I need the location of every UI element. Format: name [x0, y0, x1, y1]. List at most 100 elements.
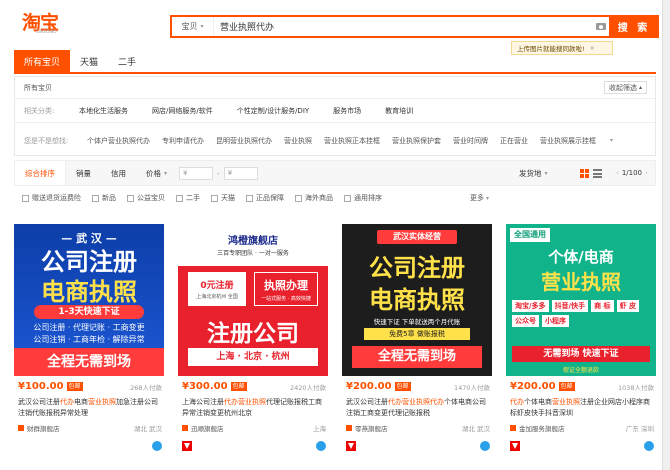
ship-from-label: 发货地	[519, 168, 542, 178]
suggest-item[interactable]: 个体户营业执照代办	[87, 136, 150, 146]
tab-tmall[interactable]: 天猫	[70, 50, 108, 72]
image-text: 无需到场 快速下证	[512, 346, 650, 362]
image-text: 营业执照	[541, 270, 621, 294]
price-min-input[interactable]: ¥	[179, 166, 214, 180]
sort-credit[interactable]: 信用	[101, 161, 136, 185]
checkbox-box[interactable]	[295, 194, 302, 202]
ship-from-select[interactable]: 发货地 ▾	[519, 161, 548, 185]
suggest-item[interactable]: 营业执照正本挂框	[324, 136, 380, 146]
product-image[interactable]: — 武 汉 — 公司注册 电商执照 1-3天快速下证 公司注册 · 代理记账 ·…	[14, 224, 164, 376]
related-item[interactable]: 网店/网络服务/软件	[152, 106, 213, 116]
tab-second-hand[interactable]: 二手	[108, 50, 146, 72]
related-item[interactable]: 服务市场	[333, 106, 361, 116]
image-chip: 抖音/快手	[551, 300, 589, 312]
price-max-input[interactable]: ¥	[223, 166, 258, 180]
sort-price[interactable]: 价格 ▾	[136, 161, 177, 185]
shop-name[interactable]: 零燕旗舰店	[355, 423, 388, 433]
suggest-item[interactable]: 营业执照保护套	[392, 136, 441, 146]
title-text: 个体电商	[524, 398, 552, 406]
checkbox-tmall[interactable]: 天猫	[211, 193, 235, 203]
sort-sales[interactable]: 销量	[66, 161, 101, 185]
suggest-item[interactable]: 专利申请代办	[162, 136, 204, 146]
close-icon[interactable]: ×	[590, 44, 595, 52]
related-item[interactable]: 教育培训	[385, 106, 413, 116]
scrollbar[interactable]	[662, 0, 670, 470]
wangwang-chat-icon[interactable]	[480, 441, 490, 451]
shop-name[interactable]: 迅顺旗舰店	[191, 423, 224, 433]
chevron-down-icon[interactable]: ▾	[610, 137, 613, 144]
suggest-item[interactable]: 正在营业	[500, 136, 528, 146]
free-shipping-badge: 包邮	[558, 382, 575, 391]
search-type-select[interactable]: 宝贝 ▾	[172, 17, 214, 36]
title-text: 代理记账报税工	[266, 398, 315, 406]
product-card[interactable]: 全国通用 个体/电商 营业执照 淘宝/多多 抖音/快手 商 标 虾 皮 公众号 …	[506, 224, 656, 456]
checkbox-box[interactable]	[22, 194, 29, 202]
image-text: 1-3天快速下证	[34, 305, 144, 319]
checkbox-box[interactable]	[211, 194, 218, 202]
product-card[interactable]: 鸿橙旗舰店 三百专职团队 · 一对一服务 0元注册 上海北京杭州 全国 执照办理一…	[178, 224, 328, 456]
filter-row-all: 所有宝贝 收起筛选 ▴	[15, 77, 655, 99]
image-text: 三百专职团队 · 一对一服务	[217, 250, 289, 257]
suggest-item[interactable]: 营业时间牌	[453, 136, 488, 146]
checkbox-general-sort[interactable]: 通用排序	[344, 193, 382, 203]
image-text: 假证全额退款	[562, 367, 599, 374]
sales-count: 1470人付款	[453, 383, 490, 392]
free-shipping-badge: 包邮	[230, 382, 247, 391]
suggest-item[interactable]: 营业执照	[284, 136, 312, 146]
related-item[interactable]: 个性定制/设计服务/DIY	[237, 106, 309, 116]
tmall-icon	[346, 441, 356, 451]
product-image[interactable]: 武汉实体经营 公司注册 电商执照 快速下证 下单就送两个月代账 免费5章 做账报…	[342, 224, 492, 376]
filter-row-suggest: 您是不是想找: 个体户营业执照代办 专利申请代办 昆明营业执照代办 营业执照 营…	[15, 124, 655, 157]
price-row: ¥200.00 包邮 1470人付款	[346, 381, 490, 392]
checkbox-box[interactable]	[176, 194, 183, 202]
shop-name[interactable]: 金加服务旗舰店	[519, 423, 565, 433]
product-title[interactable]: 上海公司注册代办营业执照代理记账报税工商异常注销变更杭州北京	[182, 397, 326, 419]
collapse-filter-button[interactable]: 收起筛选 ▴	[603, 81, 647, 94]
wangwang-chat-icon[interactable]	[316, 441, 326, 451]
sort-default[interactable]: 综合排序	[15, 161, 66, 185]
related-label: 相关分类:	[24, 106, 55, 115]
image-chip: 商 标	[591, 300, 614, 312]
wangwang-chat-icon[interactable]	[644, 441, 654, 451]
product-title[interactable]: 武汉公司注册代办电商营业执照加急注册公司注销代账报税异常处理	[18, 397, 162, 419]
suggest-item[interactable]: 营业执照展示挂框	[540, 136, 596, 146]
product-title[interactable]: 代办个体电商营业执照注册企业网店小程序商标虾皮快手抖音深圳	[510, 397, 654, 419]
more-filters-button[interactable]: 更多 ▾	[470, 188, 489, 208]
checkbox-box[interactable]	[92, 194, 99, 202]
shop-name[interactable]: 财群旗舰店	[27, 423, 60, 433]
search-box: 宝贝 ▾	[170, 15, 612, 38]
checkbox-box[interactable]	[344, 194, 351, 202]
image-chip: 公众号	[512, 315, 539, 327]
checkbox-second-hand[interactable]: 二手	[176, 193, 200, 203]
checkbox-return-insurance[interactable]: 赠送退货运费险	[22, 193, 81, 203]
image-text: 公司注册 · 代理记账 · 工商变更	[33, 323, 145, 332]
next-page-icon[interactable]: ›	[645, 169, 648, 177]
image-chip: 淘宝/多多	[512, 300, 549, 312]
product-card[interactable]: — 武 汉 — 公司注册 电商执照 1-3天快速下证 公司注册 · 代理记账 ·…	[14, 224, 164, 456]
checkbox-charity[interactable]: 公益宝贝	[127, 193, 165, 203]
checkbox-box[interactable]	[246, 194, 253, 202]
related-item[interactable]: 本地化生活服务	[79, 106, 128, 116]
search-input[interactable]	[214, 21, 590, 32]
checkbox-new[interactable]: 新品	[92, 193, 116, 203]
tabs: 所有宝贝 天猫 二手	[14, 50, 146, 72]
image-text: 电商执照	[369, 286, 465, 314]
list-view-icon[interactable]	[593, 169, 602, 178]
checkbox-box[interactable]	[127, 194, 134, 202]
product-title[interactable]: 武汉公司注册代办营业执照代办个体电商公司注销工商变更代理记账报税	[346, 397, 490, 419]
product-image[interactable]: 鸿橙旗舰店 三百专职团队 · 一对一服务 0元注册 上海北京杭州 全国 执照办理一…	[178, 224, 328, 376]
product-image[interactable]: 全国通用 个体/电商 营业执照 淘宝/多多 抖音/快手 商 标 虾 皮 公众号 …	[506, 224, 656, 376]
price-row: ¥300.00 包邮 2420人付款	[182, 381, 326, 392]
wangwang-chat-icon[interactable]	[152, 441, 162, 451]
grid-view-icon[interactable]	[580, 169, 589, 178]
prev-page-icon[interactable]: ‹	[616, 169, 619, 177]
taobao-logo-sub: taobao	[36, 28, 57, 35]
checkbox-overseas[interactable]: 海外商品	[295, 193, 333, 203]
suggest-item[interactable]: 昆明营业执照代办	[216, 136, 272, 146]
product-card[interactable]: 武汉实体经营 公司注册 电商执照 快速下证 下单就送两个月代账 免费5章 做账报…	[342, 224, 492, 456]
tab-all[interactable]: 所有宝贝	[14, 50, 71, 72]
checkbox-genuine[interactable]: 正品保障	[246, 193, 284, 203]
filter-row-related: 相关分类: 本地化生活服务 网店/网络服务/软件 个性定制/设计服务/DIY 服…	[15, 99, 655, 123]
breadcrumb-all[interactable]: 所有宝贝	[15, 83, 52, 93]
search-button[interactable]: 搜 索	[609, 15, 659, 38]
